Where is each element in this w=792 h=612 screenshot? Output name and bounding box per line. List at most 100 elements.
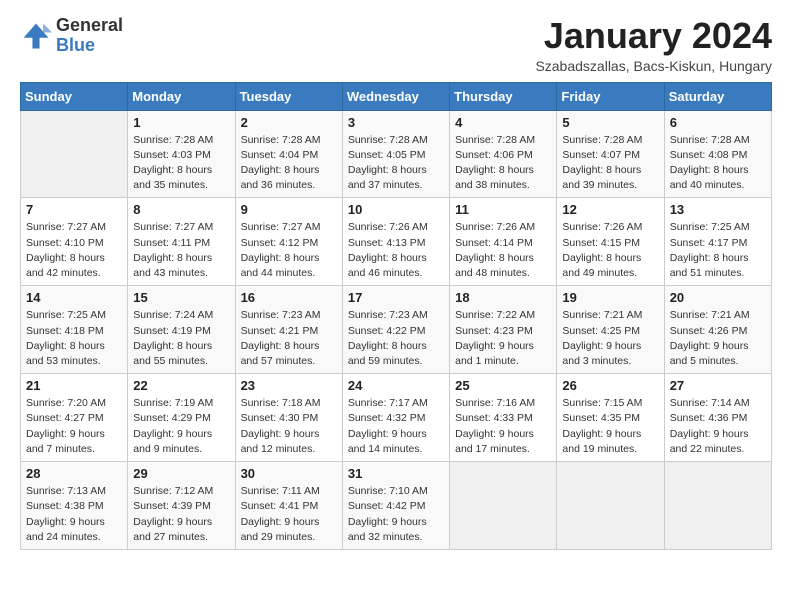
day-detail: Sunrise: 7:25 AMSunset: 4:18 PMDaylight:… (26, 308, 122, 369)
week-row-2: 14 Sunrise: 7:25 AMSunset: 4:18 PMDayligh… (21, 286, 772, 374)
calendar-table: SundayMondayTuesdayWednesdayThursdayFrid… (20, 82, 772, 550)
day-number: 29 (133, 466, 229, 481)
day-number: 27 (670, 378, 766, 393)
logo: General Blue (20, 16, 123, 56)
day-number: 31 (348, 466, 444, 481)
calendar-cell: 16Sunrise: 7:23 AMSunset: 4:21 PMDayligh… (235, 286, 342, 374)
day-detail: Sunrise: 7:26 AMSunset: 4:13 PMDaylight:… (348, 220, 444, 281)
calendar-cell: 4 Sunrise: 7:28 AMSunset: 4:06 PMDaylight… (450, 110, 557, 198)
day-detail: Sunrise: 7:19 AMSunset: 4:29 PMDaylight:… (133, 396, 229, 457)
calendar-cell: 5 Sunrise: 7:28 AMSunset: 4:07 PMDaylight… (557, 110, 664, 198)
calendar-cell: 22Sunrise: 7:19 AMSunset: 4:29 PMDayligh… (128, 374, 235, 462)
location-subtitle: Szabadszallas, Bacs-Kiskun, Hungary (535, 58, 772, 74)
day-detail: Sunrise: 7:22 AMSunset: 4:23 PMDaylight:… (455, 308, 551, 369)
day-detail: Sunrise: 7:28 AMSunset: 4:08 PMDaylight:… (670, 133, 766, 194)
day-detail: Sunrise: 7:21 AMSunset: 4:26 PMDaylight:… (670, 308, 766, 369)
month-title: January 2024 (535, 16, 772, 56)
day-detail: Sunrise: 7:28 AMSunset: 4:03 PMDaylight:… (133, 133, 229, 194)
weekday-header-row: SundayMondayTuesdayWednesdayThursdayFrid… (21, 82, 772, 110)
day-number: 13 (670, 202, 766, 217)
week-row-0: 1 Sunrise: 7:28 AMSunset: 4:03 PMDaylight… (21, 110, 772, 198)
day-detail: Sunrise: 7:23 AMSunset: 4:22 PMDaylight:… (348, 308, 444, 369)
day-detail: Sunrise: 7:12 AMSunset: 4:39 PMDaylight:… (133, 484, 229, 545)
weekday-header-wednesday: Wednesday (342, 82, 449, 110)
day-detail: Sunrise: 7:16 AMSunset: 4:33 PMDaylight:… (455, 396, 551, 457)
calendar-cell: 2 Sunrise: 7:28 AMSunset: 4:04 PMDaylight… (235, 110, 342, 198)
calendar-cell (557, 462, 664, 550)
calendar-cell: 1 Sunrise: 7:28 AMSunset: 4:03 PMDaylight… (128, 110, 235, 198)
day-detail: Sunrise: 7:15 AMSunset: 4:35 PMDaylight:… (562, 396, 658, 457)
day-detail: Sunrise: 7:28 AMSunset: 4:04 PMDaylight:… (241, 133, 337, 194)
page-header: General Blue January 2024 Szabadszallas,… (20, 16, 772, 74)
day-detail: Sunrise: 7:26 AMSunset: 4:15 PMDaylight:… (562, 220, 658, 281)
calendar-cell: 18 Sunrise: 7:22 AMSunset: 4:23 PMDayligh… (450, 286, 557, 374)
calendar-cell: 12Sunrise: 7:26 AMSunset: 4:15 PMDayligh… (557, 198, 664, 286)
logo-general-text: General (56, 15, 123, 35)
day-number: 20 (670, 290, 766, 305)
day-number: 28 (26, 466, 122, 481)
day-detail: Sunrise: 7:24 AMSunset: 4:19 PMDaylight:… (133, 308, 229, 369)
calendar-cell: 19Sunrise: 7:21 AMSunset: 4:25 PMDayligh… (557, 286, 664, 374)
calendar-cell: 20 Sunrise: 7:21 AMSunset: 4:26 PMDayligh… (664, 286, 771, 374)
day-number: 6 (670, 115, 766, 130)
day-detail: Sunrise: 7:28 AMSunset: 4:06 PMDaylight:… (455, 133, 551, 194)
title-block: January 2024 Szabadszallas, Bacs-Kiskun,… (535, 16, 772, 74)
calendar-cell: 24 Sunrise: 7:17 AMSunset: 4:32 PMDayligh… (342, 374, 449, 462)
calendar-cell: 26Sunrise: 7:15 AMSunset: 4:35 PMDayligh… (557, 374, 664, 462)
calendar-cell: 13 Sunrise: 7:25 AMSunset: 4:17 PMDayligh… (664, 198, 771, 286)
day-detail: Sunrise: 7:25 AMSunset: 4:17 PMDaylight:… (670, 220, 766, 281)
day-number: 4 (455, 115, 551, 130)
day-detail: Sunrise: 7:26 AMSunset: 4:14 PMDaylight:… (455, 220, 551, 281)
weekday-header-sunday: Sunday (21, 82, 128, 110)
calendar-cell: 28Sunrise: 7:13 AMSunset: 4:38 PMDayligh… (21, 462, 128, 550)
weekday-header-friday: Friday (557, 82, 664, 110)
day-detail: Sunrise: 7:27 AMSunset: 4:10 PMDaylight:… (26, 220, 122, 281)
weekday-header-monday: Monday (128, 82, 235, 110)
weekday-header-thursday: Thursday (450, 82, 557, 110)
day-number: 17 (348, 290, 444, 305)
day-detail: Sunrise: 7:11 AMSunset: 4:41 PMDaylight:… (241, 484, 337, 545)
calendar-cell: 11 Sunrise: 7:26 AMSunset: 4:14 PMDayligh… (450, 198, 557, 286)
calendar-cell: 23Sunrise: 7:18 AMSunset: 4:30 PMDayligh… (235, 374, 342, 462)
day-number: 24 (348, 378, 444, 393)
day-detail: Sunrise: 7:10 AMSunset: 4:42 PMDaylight:… (348, 484, 444, 545)
day-number: 19 (562, 290, 658, 305)
day-number: 8 (133, 202, 229, 217)
week-row-4: 28Sunrise: 7:13 AMSunset: 4:38 PMDayligh… (21, 462, 772, 550)
calendar-cell: 25 Sunrise: 7:16 AMSunset: 4:33 PMDayligh… (450, 374, 557, 462)
day-detail: Sunrise: 7:17 AMSunset: 4:32 PMDaylight:… (348, 396, 444, 457)
calendar-cell: 3 Sunrise: 7:28 AMSunset: 4:05 PMDaylight… (342, 110, 449, 198)
calendar-cell: 10 Sunrise: 7:26 AMSunset: 4:13 PMDayligh… (342, 198, 449, 286)
day-number: 1 (133, 115, 229, 130)
calendar-cell: 14 Sunrise: 7:25 AMSunset: 4:18 PMDayligh… (21, 286, 128, 374)
day-number: 5 (562, 115, 658, 130)
day-number: 14 (26, 290, 122, 305)
day-number: 25 (455, 378, 551, 393)
calendar-cell: 9 Sunrise: 7:27 AMSunset: 4:12 PMDaylight… (235, 198, 342, 286)
day-number: 9 (241, 202, 337, 217)
calendar-cell (21, 110, 128, 198)
calendar-cell (450, 462, 557, 550)
day-detail: Sunrise: 7:20 AMSunset: 4:27 PMDaylight:… (26, 396, 122, 457)
calendar-cell: 27Sunrise: 7:14 AMSunset: 4:36 PMDayligh… (664, 374, 771, 462)
week-row-1: 7 Sunrise: 7:27 AMSunset: 4:10 PMDaylight… (21, 198, 772, 286)
logo-icon (20, 20, 52, 52)
weekday-header-saturday: Saturday (664, 82, 771, 110)
day-number: 7 (26, 202, 122, 217)
day-number: 11 (455, 202, 551, 217)
calendar-cell (664, 462, 771, 550)
calendar-cell: 29 Sunrise: 7:12 AMSunset: 4:39 PMDayligh… (128, 462, 235, 550)
day-detail: Sunrise: 7:27 AMSunset: 4:11 PMDaylight:… (133, 220, 229, 281)
day-number: 2 (241, 115, 337, 130)
day-number: 3 (348, 115, 444, 130)
day-number: 10 (348, 202, 444, 217)
day-detail: Sunrise: 7:27 AMSunset: 4:12 PMDaylight:… (241, 220, 337, 281)
logo-blue-text: Blue (56, 35, 95, 55)
calendar-cell: 7 Sunrise: 7:27 AMSunset: 4:10 PMDaylight… (21, 198, 128, 286)
day-detail: Sunrise: 7:28 AMSunset: 4:05 PMDaylight:… (348, 133, 444, 194)
day-detail: Sunrise: 7:28 AMSunset: 4:07 PMDaylight:… (562, 133, 658, 194)
day-number: 18 (455, 290, 551, 305)
calendar-cell: 30Sunrise: 7:11 AMSunset: 4:41 PMDayligh… (235, 462, 342, 550)
calendar-cell: 21Sunrise: 7:20 AMSunset: 4:27 PMDayligh… (21, 374, 128, 462)
day-number: 16 (241, 290, 337, 305)
